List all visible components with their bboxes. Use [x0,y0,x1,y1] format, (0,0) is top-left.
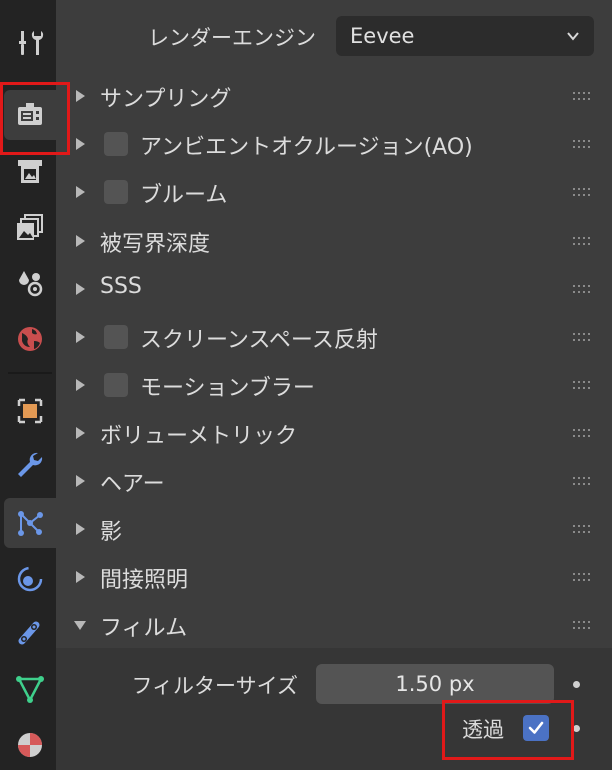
panel-enable-checkbox[interactable] [104,325,128,349]
triangle-down-icon [74,621,86,630]
filter-size-field[interactable]: 1.50 px [316,664,554,704]
panel-header[interactable]: 間接照明 [56,553,612,601]
panel-header[interactable]: スクリーンスペース反射 [56,313,612,361]
filter-size-label: フィルターサイズ [131,674,298,698]
panel-header[interactable]: ブルーム [56,168,612,216]
filter-size-value: 1.50 px [395,672,475,696]
panel-header-label: ブルーム [140,183,228,208]
drag-grip-icon[interactable] [572,523,592,535]
drag-grip-icon[interactable] [572,331,592,343]
drag-grip-icon[interactable] [572,379,592,391]
triangle-right-icon [76,475,85,487]
drag-grip-icon[interactable] [572,619,592,631]
tab-constraints[interactable] [4,608,56,658]
panel-enable-checkbox[interactable] [104,132,128,156]
tab-view-layer[interactable] [4,202,56,252]
tab-particles[interactable] [4,498,56,548]
constraints-icon [18,621,40,645]
transparent-checkbox[interactable] [523,715,549,741]
panel-header[interactable]: 被写界深度 [56,217,612,265]
triangle-right-icon [76,427,85,439]
tab-object[interactable] [4,386,56,436]
check-icon [528,721,544,734]
panel-header-label: 間接照明 [100,568,189,593]
panel-header[interactable]: 影 [56,505,612,553]
panel-header-label: 影 [100,520,123,545]
drag-grip-icon[interactable] [572,475,592,487]
tab-tool[interactable] [4,18,56,68]
panel-header-label: アンビエントオクルージョン(AO) [140,135,473,160]
render-engine-label: レンダーエンジン [148,26,316,50]
panel-header-label: 被写界深度 [100,232,211,257]
object-data-icon [16,676,44,703]
tab-object-data[interactable] [4,664,56,714]
tab-modifiers[interactable] [4,440,56,490]
panel-header-label: SSS [100,274,142,299]
panel-header-label: スクリーンスペース反射 [140,328,378,353]
tab-separator [8,372,52,374]
particles-icon [18,511,43,536]
drag-grip-icon[interactable] [572,235,592,247]
panel-header[interactable]: アンビエントオクルージョン(AO) [56,120,612,168]
panel-enable-checkbox[interactable] [104,373,128,397]
render-engine-dropdown[interactable]: Eevee [336,16,594,56]
panel-header[interactable]: ヘアー [56,457,612,505]
panel-header-label: フィルム [100,616,188,641]
panel-header[interactable]: ボリューメトリック [56,409,612,457]
drag-grip-icon[interactable] [572,186,592,198]
modifier-wrench-icon [18,452,43,477]
render-engine-row: レンダーエンジン Eevee [56,12,612,60]
triangle-right-icon [76,235,85,247]
drag-grip-icon[interactable] [572,571,592,583]
tab-world[interactable] [4,314,56,364]
tab-scene[interactable] [4,258,56,308]
render-engine-value: Eevee [350,24,415,48]
properties-tab-bar [0,0,56,770]
world-icon [18,327,42,351]
triangle-right-icon [76,523,85,535]
render-properties-panel: レンダーエンジン Eevee サンプリングアンビエントオクルージョン(AO) ブル… [56,0,612,770]
drag-grip-icon[interactable] [572,427,592,439]
scene-icon [19,271,43,297]
object-icon [17,398,43,424]
material-icon [18,733,42,757]
tab-physics[interactable] [4,554,56,604]
triangle-right-icon [76,571,85,583]
tab-output-properties[interactable] [4,146,56,196]
render-properties-icon [18,103,42,125]
triangle-right-icon [76,138,85,150]
panel-header[interactable]: フィルム [56,601,612,649]
panel-header-label: モーションブラー [140,376,315,401]
panel-header-label: ヘアー [100,472,165,497]
transparent-label: 透過 [462,718,504,742]
tool-icon [19,31,44,55]
triangle-right-icon [76,90,85,102]
view-layer-icon [17,214,43,240]
film-panel-body: フィルターサイズ 1.50 px 透過 [56,648,612,770]
panel-header[interactable]: サンプリング [56,72,612,120]
panel-header-label: サンプリング [100,87,232,112]
drag-grip-icon[interactable] [572,138,592,150]
triangle-right-icon [76,379,85,391]
panel-header[interactable]: SSS [56,265,612,313]
transparent-keyframe-dot[interactable] [573,725,580,732]
panel-header-label: ボリューメトリック [100,424,298,449]
output-properties-icon [18,160,42,183]
panel-header[interactable]: モーションブラー [56,361,612,409]
filter-size-keyframe-dot[interactable] [573,681,580,688]
triangle-right-icon [76,283,85,295]
chevron-down-icon [567,32,579,41]
tab-render-properties[interactable] [4,90,56,140]
tab-material[interactable] [4,720,56,770]
drag-grip-icon[interactable] [572,283,592,295]
triangle-right-icon [76,186,85,198]
triangle-right-icon [76,331,85,343]
drag-grip-icon[interactable] [572,90,592,102]
panel-enable-checkbox[interactable] [104,180,128,204]
physics-icon [17,566,43,592]
